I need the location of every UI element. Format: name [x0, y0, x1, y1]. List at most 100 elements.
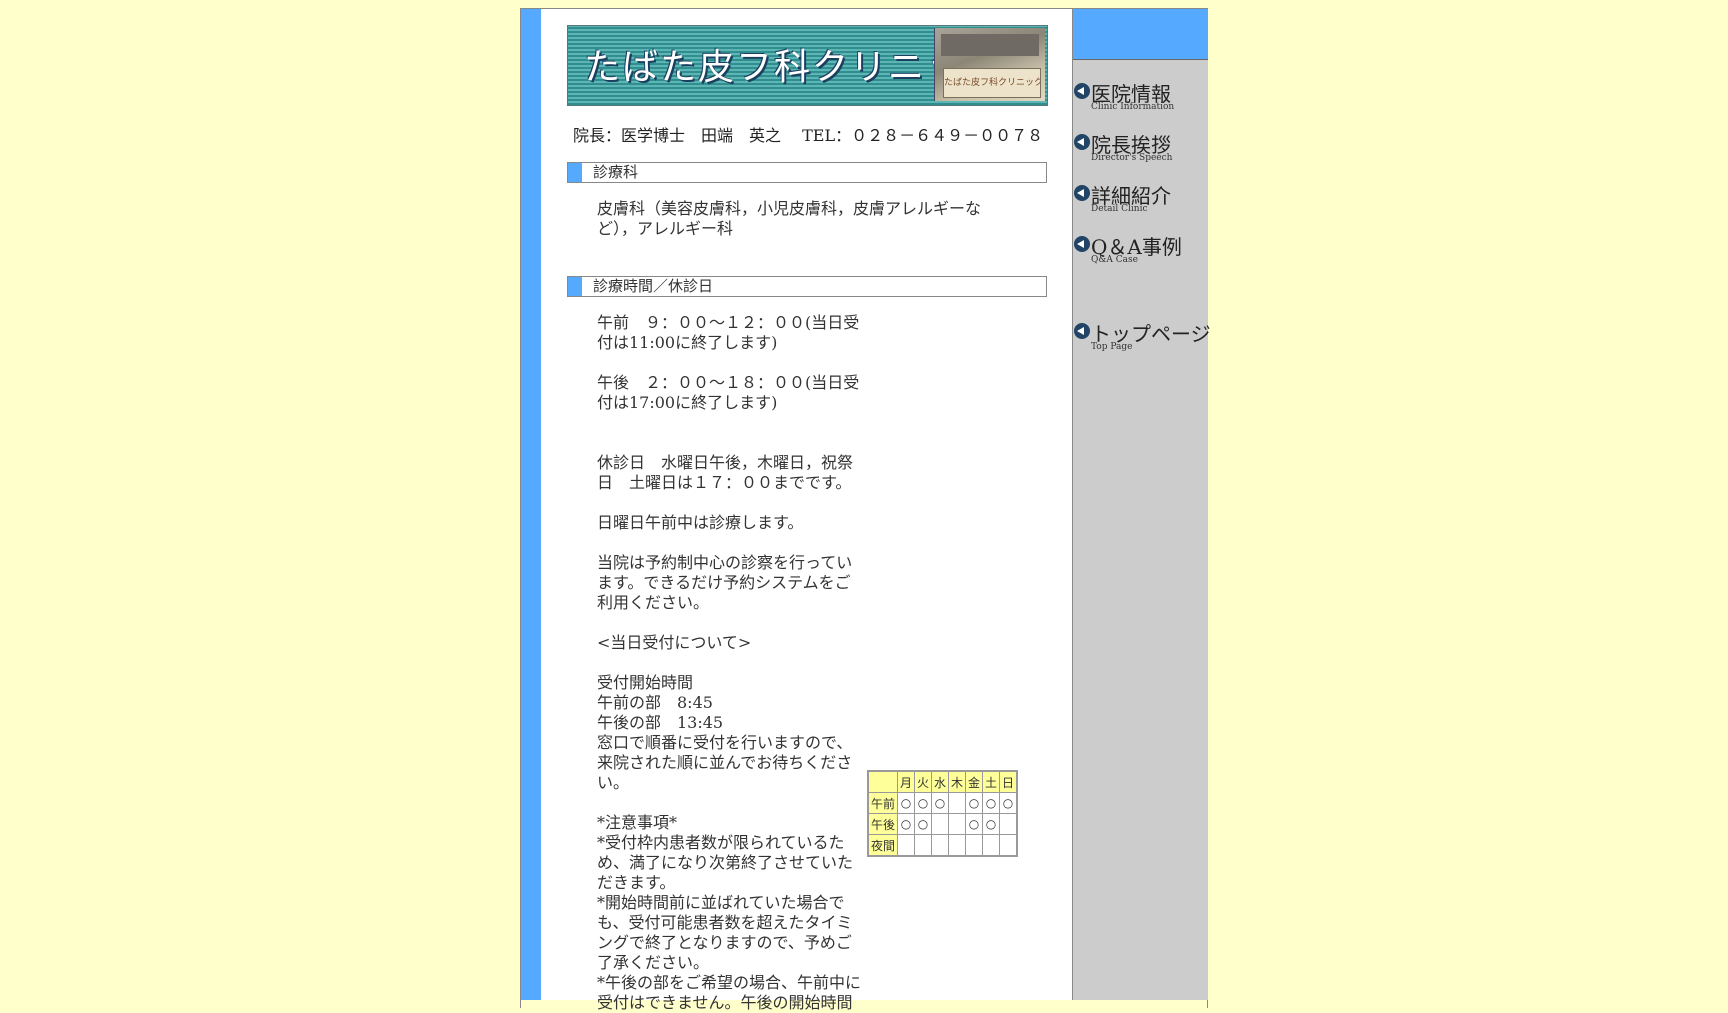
- schedule-cell: [931, 834, 949, 857]
- schedule-cell: [982, 834, 1000, 857]
- text-line: 付は11:00に終了します): [597, 333, 778, 352]
- text-line: だきます。: [597, 873, 676, 892]
- text-line: 来院された順に並んでお待ちくださ: [597, 753, 853, 772]
- text-line: ます。できるだけ予約システムをご: [597, 573, 851, 592]
- nav-detail-clinic[interactable]: 詳細紹介 Detail Clinic: [1074, 182, 1208, 222]
- arrow-left-icon: [1074, 185, 1090, 201]
- day-header: 金: [965, 770, 983, 793]
- schedule-cell: ○: [897, 813, 915, 835]
- text-line: [597, 493, 861, 513]
- text-line: [597, 793, 861, 813]
- period-label: 夜間: [867, 834, 898, 857]
- schedule-cell: [914, 834, 932, 857]
- arrow-left-icon: [1074, 134, 1090, 150]
- schedule-cell: [948, 834, 966, 857]
- schedule-cell: [948, 813, 966, 835]
- hours-text: 午前 ９：００～１２：００(当日受 付は11:00に終了します) 午後 ２：００～１…: [597, 313, 861, 1013]
- schedule-cell: [948, 792, 966, 814]
- arrow-left-icon: [1074, 83, 1090, 99]
- section-marker: [568, 277, 582, 296]
- text-line: 休診日 水曜日午後，木曜日，祝祭: [597, 453, 854, 472]
- text-line: [597, 653, 861, 673]
- clinic-building-photo: たばた皮フ科クリニック: [934, 28, 1045, 101]
- text-line: 当院は予約制中心の診察を行ってい: [597, 553, 853, 572]
- day-header: 水: [931, 770, 949, 793]
- clinic-banner: たばた皮フ科クリニック たばた皮フ科クリニック: [567, 25, 1048, 106]
- text-line: 午前の部 8:45: [597, 693, 713, 712]
- text-line: 午後 ２：００～１８：００(当日受: [597, 373, 860, 392]
- text-line: ど），アレルギー科: [597, 219, 734, 238]
- text-line: 受付開始時間: [597, 673, 694, 692]
- schedule-cell: ○: [914, 792, 932, 814]
- table-row: 夜間: [867, 834, 1018, 857]
- schedule-cell: [965, 834, 983, 857]
- department-text: 皮膚科（美容皮膚科，小児皮膚科，皮膚アレルギーな ど），アレルギー科: [597, 199, 981, 239]
- table-corner: [867, 770, 898, 793]
- text-line: 窓口で順番に受付を行いますので、: [597, 733, 853, 752]
- nav-sublabel: Q&A Case: [1091, 255, 1138, 265]
- section-header-department: 診療科: [567, 162, 1047, 183]
- text-line: 利用ください。: [597, 593, 710, 612]
- text-line: ングで終了となりますので、予めご: [597, 933, 852, 952]
- table-row: 午後 ○ ○ ○ ○: [867, 813, 1018, 835]
- schedule-cell: ○: [931, 792, 949, 814]
- arrow-left-icon: [1074, 323, 1090, 339]
- nav-sublabel: Detail Clinic: [1091, 204, 1148, 214]
- building-roof: [941, 34, 1039, 56]
- day-header: 月: [897, 770, 915, 793]
- nav-sublabel: Top Page: [1091, 342, 1133, 352]
- period-label: 午前: [867, 792, 898, 814]
- text-line: [597, 353, 861, 373]
- text-line: 了承ください。: [597, 953, 710, 972]
- table-row: 午前 ○ ○ ○ ○ ○ ○: [867, 792, 1018, 814]
- text-line: 午後の部 13:45: [597, 713, 724, 732]
- schedule-table: 月火水木金土日午前 ○ ○ ○ ○ ○ ○ 午後 ○ ○ ○ ○ 夜間: [867, 770, 1018, 857]
- text-line: 皮膚科（美容皮膚科，小児皮膚科，皮膚アレルギーな: [597, 199, 982, 218]
- text-line: <当日受付について>: [597, 633, 752, 652]
- nav-header-block: [1073, 9, 1208, 60]
- section-title: 診療科: [593, 163, 639, 181]
- schedule-cell: [931, 813, 949, 835]
- text-line: 付は17:00に終了します): [597, 393, 778, 412]
- schedule-cell: ○: [897, 792, 915, 814]
- nav-qa-case[interactable]: Q＆A事例 Q&A Case: [1074, 233, 1208, 273]
- text-line: [597, 413, 861, 433]
- nav-director-speech[interactable]: 院長挨拶 Director's Speech: [1074, 131, 1208, 171]
- text-line: 受付はできません。午後の開始時間: [597, 993, 853, 1012]
- schedule-cell: ○: [999, 792, 1018, 814]
- text-line: 日 土曜日は１７：００までです。: [597, 473, 852, 492]
- schedule-cell: [999, 834, 1018, 857]
- day-header: 木: [948, 770, 966, 793]
- text-line: [597, 613, 861, 633]
- text-line: も、受付可能患者数を超えたタイミ: [597, 913, 853, 932]
- schedule-cell: ○: [982, 792, 1000, 814]
- section-header-hours: 診療時間／休診日: [567, 276, 1047, 297]
- nav-sublabel: Director's Speech: [1091, 153, 1173, 163]
- nav-top-page[interactable]: トップページ Top Page: [1074, 320, 1211, 360]
- text-line: *受付枠内患者数が限られているた: [597, 833, 845, 852]
- section-marker: [568, 163, 582, 182]
- text-line: 日曜日午前中は診療します。: [597, 513, 804, 532]
- nav-clinic-info[interactable]: 医院情報 Clinic Information: [1074, 80, 1208, 120]
- text-line: *開始時間前に並ばれていた場合で: [597, 893, 845, 912]
- day-header: 日: [999, 770, 1018, 793]
- schedule-cell: [999, 813, 1018, 835]
- schedule-cell: ○: [982, 813, 1000, 835]
- arrow-left-icon: [1074, 236, 1090, 252]
- director-contact-line: 院長：医学博士 田端 英之 TEL：０２８－６４９－００７８: [573, 126, 1044, 145]
- schedule-cell: ○: [965, 792, 983, 814]
- text-line: [597, 433, 861, 453]
- text-line: い。: [597, 773, 630, 792]
- text-line: *注意事項*: [597, 813, 678, 832]
- day-header: 土: [982, 770, 1000, 793]
- day-header: 火: [914, 770, 932, 793]
- section-title: 診療時間／休診日: [593, 277, 714, 295]
- left-accent-bar: [521, 9, 541, 1000]
- text-line: 午前 ９：００～１２：００(当日受: [597, 313, 860, 332]
- nav-sublabel: Clinic Information: [1091, 102, 1175, 112]
- period-label: 午後: [867, 813, 898, 835]
- schedule-cell: [897, 834, 915, 857]
- clinic-sign: たばた皮フ科クリニック: [943, 68, 1041, 98]
- schedule-cell: ○: [965, 813, 983, 835]
- text-line: め、満了になり次第終了させていた: [597, 853, 854, 872]
